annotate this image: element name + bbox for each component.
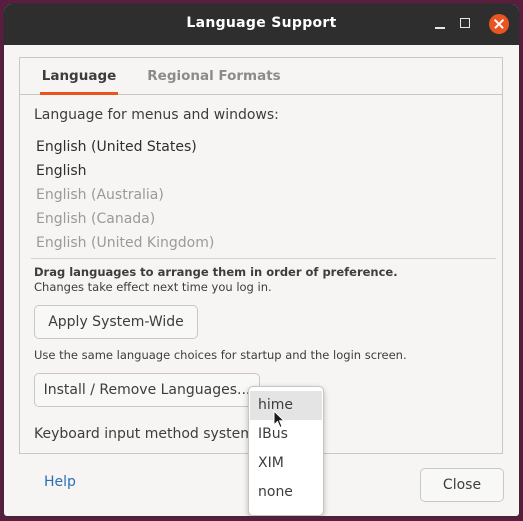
drag-hint: Drag languages to arrange them in order …: [34, 265, 398, 279]
language-item[interactable]: English (Australia): [36, 187, 164, 203]
changes-note: Changes take effect next time you log in…: [34, 280, 272, 294]
language-support-window: Language Support Language Regional Forma…: [4, 4, 519, 516]
mouse-pointer-icon: [273, 410, 285, 429]
apply-note: Use the same language choices for startu…: [34, 348, 407, 362]
titlebar: Language Support: [4, 4, 519, 45]
input-method-dropdown-menu: hime IBus XIM none: [248, 386, 324, 516]
tab-regional-formats[interactable]: Regional Formats: [144, 58, 284, 94]
tab-bar: Language Regional Formats: [20, 58, 502, 95]
option-ibus[interactable]: IBus: [250, 420, 322, 449]
option-xim[interactable]: XIM: [250, 449, 322, 478]
maximize-icon: [460, 18, 470, 28]
input-method-label: Keyboard input method system:: [34, 426, 259, 442]
language-list-heading: Language for menus and windows:: [34, 107, 279, 123]
help-button[interactable]: Help: [44, 474, 76, 490]
language-item[interactable]: English (United States): [36, 139, 197, 155]
minimize-button[interactable]: [430, 14, 450, 34]
minimize-icon: [435, 27, 445, 29]
install-remove-languages-button[interactable]: Install / Remove Languages...: [34, 373, 260, 407]
option-none[interactable]: none: [250, 478, 322, 507]
language-item[interactable]: English (United Kingdom): [36, 235, 214, 251]
maximize-button[interactable]: [456, 14, 476, 34]
language-item[interactable]: English (Canada): [36, 211, 155, 227]
apply-system-wide-button[interactable]: Apply System-Wide: [34, 305, 198, 339]
option-hime[interactable]: hime: [250, 391, 322, 420]
tab-language[interactable]: Language: [30, 58, 128, 95]
close-button[interactable]: Close: [420, 468, 504, 502]
window-close-button[interactable]: [489, 14, 509, 34]
language-list[interactable]: English (United States) English English …: [31, 134, 496, 259]
language-item[interactable]: English: [36, 163, 87, 179]
